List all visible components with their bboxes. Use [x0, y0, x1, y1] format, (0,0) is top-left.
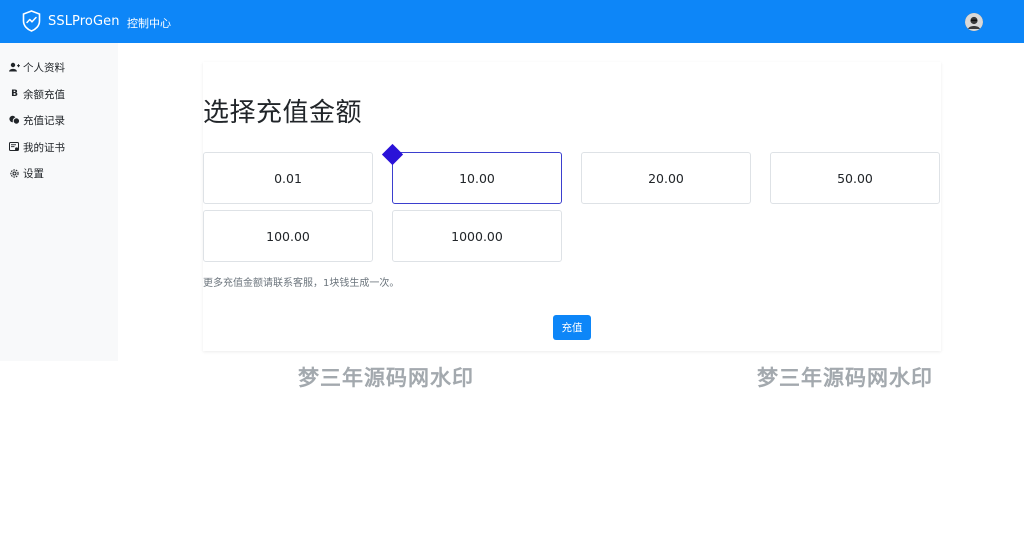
sidebar-item-certificates[interactable]: 我的证书: [9, 139, 65, 155]
sidebar-item-profile[interactable]: 个人资料: [9, 59, 65, 75]
avatar[interactable]: [965, 13, 983, 31]
sidebar-item-label: 我的证书: [23, 141, 65, 154]
gear-icon: [9, 168, 20, 179]
sidebar-item-recharge[interactable]: B 余额充值: [9, 86, 65, 102]
shield-logo-icon: [22, 10, 41, 32]
sidebar-item-settings[interactable]: 设置: [9, 165, 44, 181]
certificate-icon: [9, 142, 20, 153]
sidebar: 个人资料 B 余额充值 充值记录 我的证书 设置: [0, 43, 118, 361]
amount-option[interactable]: 0.01: [203, 152, 373, 204]
watermark-right: 梦三年源码网水印: [757, 366, 933, 390]
recharge-hint: 更多充值金额请联系客服，1块钱生成一次。: [203, 278, 400, 289]
recharge-card: 选择充值金额 0.01 10.00 20.00 50.00 100.00 100…: [203, 62, 941, 351]
coins-icon: [9, 115, 20, 126]
page-title: 选择充值金额: [203, 98, 363, 128]
brand-link[interactable]: SSLProGen: [22, 10, 120, 32]
sidebar-item-label: 个人资料: [23, 61, 65, 74]
amount-option[interactable]: 100.00: [203, 210, 373, 262]
amount-option-selected[interactable]: 10.00: [392, 152, 562, 204]
amount-option[interactable]: 20.00: [581, 152, 751, 204]
nav-link-dashboard[interactable]: 控制中心: [127, 15, 171, 31]
amount-option[interactable]: 50.00: [770, 152, 940, 204]
top-navbar: SSLProGen 控制中心: [0, 0, 1024, 43]
sidebar-item-label: 余额充值: [23, 88, 65, 101]
watermark-left: 梦三年源码网水印: [298, 366, 474, 390]
sidebar-item-history[interactable]: 充值记录: [9, 112, 65, 128]
sidebar-item-label: 充值记录: [23, 114, 65, 127]
amount-option[interactable]: 1000.00: [392, 210, 562, 262]
sidebar-item-label: 设置: [23, 167, 44, 180]
brand-name: SSLProGen: [48, 13, 120, 29]
recharge-button[interactable]: 充值: [553, 315, 591, 340]
bitcoin-icon: B: [11, 89, 18, 99]
user-add-icon: [9, 62, 20, 73]
